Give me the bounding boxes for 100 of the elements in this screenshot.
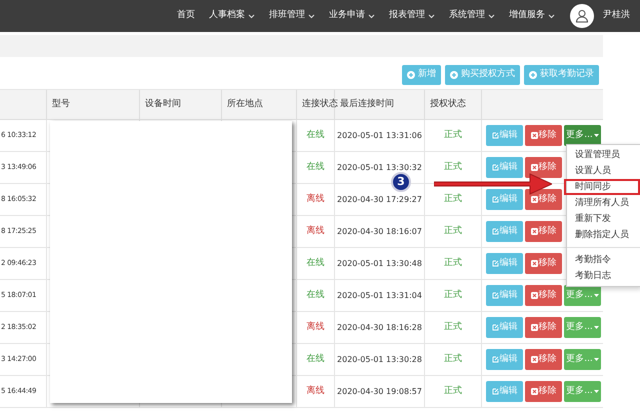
remove-button[interactable]: 移除 xyxy=(525,285,562,306)
remove-button[interactable]: 移除 xyxy=(525,125,562,146)
column-header: 连接状态 xyxy=(302,98,338,111)
remove-icon xyxy=(530,388,538,395)
table-cell: 2020-05-01 13:31:06 xyxy=(337,130,422,142)
column-header: 最后连接时间 xyxy=(340,98,394,111)
caret-icon xyxy=(594,294,599,297)
remove-button[interactable]: 移除 xyxy=(525,189,562,210)
caret-icon xyxy=(594,326,599,329)
menu-item[interactable]: 设置管理员 xyxy=(564,147,640,163)
edit-button[interactable]: 编辑 xyxy=(486,221,523,242)
nav-item[interactable]: 首页 xyxy=(177,9,195,23)
menu-item[interactable]: 重新下发 xyxy=(564,211,640,227)
edit-button[interactable]: 编辑 xyxy=(486,253,523,274)
chevron-down-icon xyxy=(488,14,495,18)
table-cell: 2020-04-30 19:08:57 xyxy=(337,386,422,398)
status-text: 在线 xyxy=(306,352,324,366)
remove-icon xyxy=(530,196,538,203)
status-text: 在线 xyxy=(306,160,324,174)
remove-icon xyxy=(530,292,538,299)
nav-item[interactable]: 报表管理 xyxy=(389,9,435,23)
menu-item[interactable]: 设置人员 xyxy=(564,163,640,179)
edit-icon xyxy=(492,388,498,395)
edit-icon xyxy=(492,292,498,299)
remove-button[interactable]: 移除 xyxy=(525,221,562,242)
menu-item[interactable]: 考勤指令 xyxy=(564,252,640,268)
edit-button[interactable]: 编辑 xyxy=(486,125,523,146)
menu-item[interactable]: 时间同步 xyxy=(564,179,640,195)
nav-item[interactable]: 系统管理 xyxy=(449,9,495,23)
caret-icon xyxy=(594,358,599,361)
caret-icon xyxy=(594,134,599,137)
column-header: 所在地点 xyxy=(227,98,263,111)
status-text: 离线 xyxy=(306,320,324,334)
edit-icon xyxy=(492,132,498,139)
remove-button[interactable]: 移除 xyxy=(525,253,562,274)
edit-icon xyxy=(492,228,498,235)
chevron-down-icon xyxy=(248,14,255,18)
avatar-icon[interactable] xyxy=(570,4,594,28)
nav-item[interactable]: 增值服务 xyxy=(509,9,555,23)
auth-status: 正式 xyxy=(444,288,462,302)
remove-icon xyxy=(530,356,538,363)
auth-status: 正式 xyxy=(444,320,462,334)
auth-status: 正式 xyxy=(444,224,462,238)
auth-status: 正式 xyxy=(444,384,462,398)
remove-icon xyxy=(530,164,538,171)
auth-status: 正式 xyxy=(444,160,462,174)
edit-button[interactable]: 编辑 xyxy=(486,189,523,210)
edit-icon xyxy=(492,196,498,203)
step-badge: 3 xyxy=(391,172,411,192)
menu-item[interactable]: 删除指定人员 xyxy=(564,227,640,243)
more-button[interactable]: 更多... xyxy=(564,317,601,338)
column-header: 设备时间 xyxy=(145,98,181,111)
table-cell: 2020-05-01 13:30:28 xyxy=(337,354,422,366)
status-text: 在线 xyxy=(306,288,324,302)
user-name: 尹桂洪 xyxy=(603,9,630,22)
remove-button[interactable]: 移除 xyxy=(525,349,562,370)
status-text: 离线 xyxy=(306,192,324,206)
auth-status: 正式 xyxy=(444,256,462,270)
status-text: 在线 xyxy=(306,256,324,270)
more-button[interactable]: 更多... xyxy=(564,125,601,146)
nav-item[interactable]: 排班管理 xyxy=(269,9,315,23)
edit-button[interactable]: 编辑 xyxy=(486,285,523,306)
remove-icon xyxy=(530,228,538,235)
chevron-down-icon xyxy=(308,14,315,18)
table-cell: 2020-04-30 18:16:07 xyxy=(337,226,422,238)
toolbar-button[interactable]: 获取考勤记录 xyxy=(524,64,599,84)
status-text: 在线 xyxy=(306,128,324,142)
remove-button[interactable]: 移除 xyxy=(525,317,562,338)
remove-button[interactable]: 移除 xyxy=(525,157,562,178)
toolbar-button[interactable]: 购买授权方式 xyxy=(445,64,520,84)
more-button[interactable]: 更多... xyxy=(564,381,601,402)
menu-item[interactable]: 清理所有人员 xyxy=(564,195,640,211)
edit-icon xyxy=(492,260,498,267)
more-button[interactable]: 更多... xyxy=(564,285,601,306)
edit-button[interactable]: 编辑 xyxy=(486,349,523,370)
toolbar-button[interactable]: 新增 xyxy=(402,64,441,84)
more-button[interactable]: 更多... xyxy=(564,349,601,370)
chevron-down-icon xyxy=(368,14,375,18)
auth-status: 正式 xyxy=(444,192,462,206)
column-header: 授权状态 xyxy=(430,98,466,111)
remove-icon xyxy=(530,132,538,139)
edit-icon xyxy=(492,356,498,363)
remove-icon xyxy=(530,324,538,331)
plus-circle-icon xyxy=(529,70,537,78)
table-cell: 2020-04-30 17:29:27 xyxy=(337,194,422,206)
caret-icon xyxy=(594,390,599,393)
edit-button[interactable]: 编辑 xyxy=(486,157,523,178)
table-cell: 2020-05-01 13:30:48 xyxy=(337,258,422,270)
edit-icon xyxy=(492,324,498,331)
edit-button[interactable]: 编辑 xyxy=(486,381,523,402)
edit-button[interactable]: 编辑 xyxy=(486,317,523,338)
nav-item[interactable]: 人事档案 xyxy=(209,9,255,23)
table-cell: 2020-04-30 18:16:28 xyxy=(337,322,422,334)
table-cell: 2020-05-01 13:30:32 xyxy=(337,162,422,174)
remove-button[interactable]: 移除 xyxy=(525,381,562,402)
chevron-down-icon xyxy=(548,14,555,18)
table-cell: 2020-05-01 13:31:04 xyxy=(337,290,422,302)
nav-item[interactable]: 业务申请 xyxy=(329,9,375,23)
edit-icon xyxy=(492,164,498,171)
menu-item[interactable]: 考勤日志 xyxy=(564,268,640,284)
